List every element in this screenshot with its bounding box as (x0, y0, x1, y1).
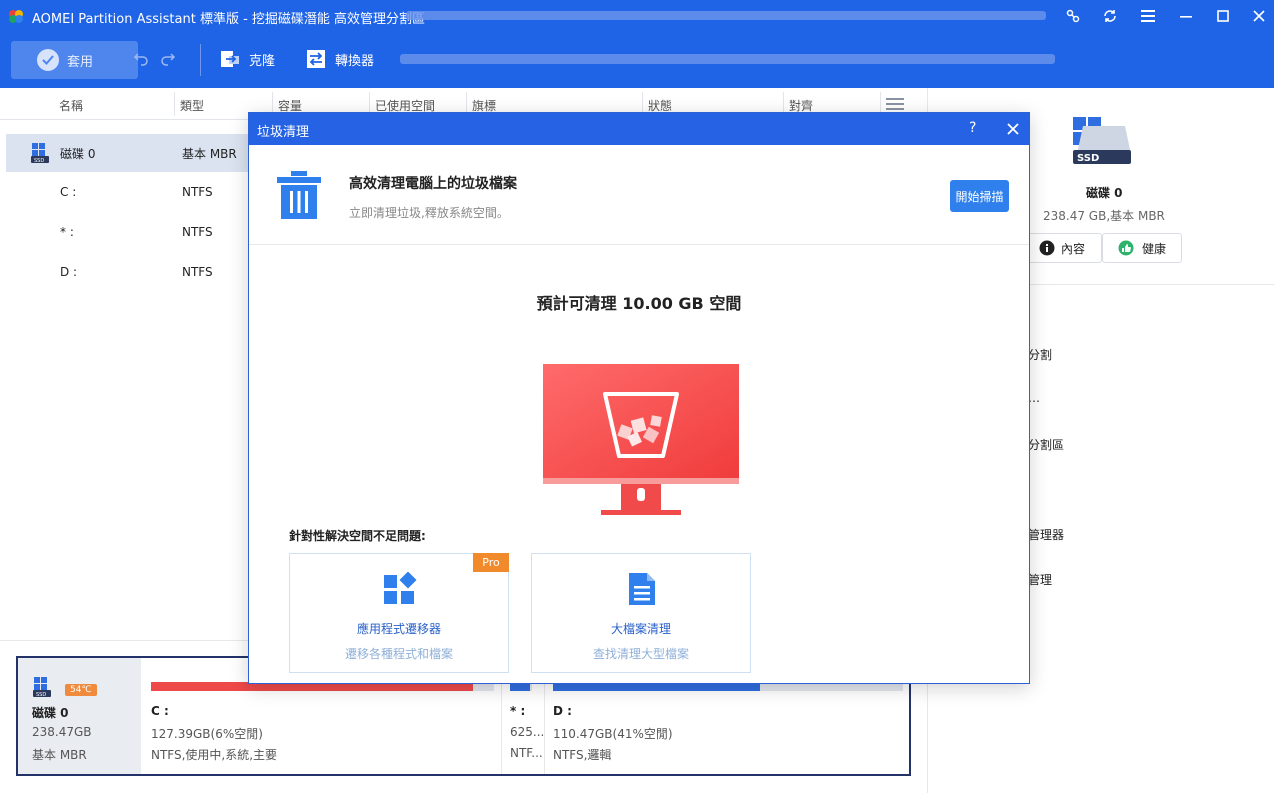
share-icon[interactable] (1062, 6, 1084, 26)
estimated-cleanable-space: 預計可清理 10.00 GB 空間 (536, 294, 742, 313)
apply-label: 套用 (67, 54, 94, 70)
disk-map-disk-info[interactable]: SSD 54℃ 磁碟 0 238.47GB 基本 MBR (18, 658, 141, 774)
ssd-disk-icon: SSD (33, 677, 51, 698)
partition-details: NTFS,使用中,系統,主要 (151, 748, 278, 762)
column-type[interactable]: 類型 (180, 97, 204, 114)
converter-button[interactable]: 轉換器 (305, 48, 374, 70)
partition-name: * : (60, 225, 74, 239)
partition-size: 127.39GB(6%空閒) (151, 727, 263, 741)
dialog-close-icon[interactable] (1005, 121, 1021, 137)
ssd-disk-icon: SSD (31, 143, 49, 164)
obscured-toolbar-items (400, 54, 1055, 64)
title-bar: AOMEI Partition Assistant 標準版 - 挖掘磁碟潛能 高… (0, 0, 1274, 32)
apps-icon (384, 572, 417, 604)
monitor-trash-illustration (543, 364, 739, 515)
clone-icon (221, 51, 239, 67)
converter-label: 轉換器 (335, 53, 375, 69)
health-button[interactable]: 健康 (1102, 233, 1182, 263)
close-icon[interactable] (1248, 6, 1270, 26)
dialog-subheading: 立即清理垃圾,釋放系統空間。 (349, 206, 509, 220)
clone-button[interactable]: 克隆 (219, 48, 275, 70)
properties-button[interactable]: 內容 (1022, 233, 1102, 263)
document-icon (629, 573, 655, 605)
section-label: 針對性解決空間不足問題: (289, 529, 426, 543)
obscured-title-text (406, 11, 1046, 20)
operation-item[interactable]: 分割 (1028, 346, 1052, 363)
clone-label: 克隆 (249, 53, 276, 69)
partition-row-star[interactable]: * : NTFS (6, 213, 250, 251)
svg-text:SSD: SSD (34, 158, 44, 164)
partition-details: NTFS,邏輯 (553, 748, 612, 762)
maximize-icon[interactable] (1212, 6, 1234, 26)
check-icon (37, 49, 59, 71)
svg-text:SSD: SSD (36, 692, 46, 698)
dialog-divider (249, 244, 1029, 245)
undo-icon[interactable] (133, 50, 149, 66)
help-button[interactable]: ? (969, 120, 976, 136)
toolbar: 套用 克隆 轉換器 (0, 32, 1274, 88)
disk-info: 238.47 GB,基本 MBR (1043, 209, 1165, 223)
card-subtitle: 查找清理大型檔案 (592, 647, 689, 661)
partition-label: C : (151, 704, 169, 718)
partition-row-c[interactable]: C : NTFS (6, 173, 250, 211)
start-scan-button[interactable]: 開始掃描 (950, 180, 1009, 212)
disk-name: 磁碟 0 (60, 146, 96, 161)
refresh-icon[interactable] (1099, 6, 1121, 26)
apply-button[interactable]: 套用 (11, 41, 138, 79)
card-subtitle: 遷移各種程式和檔案 (344, 647, 453, 661)
column-divider (174, 92, 175, 116)
operation-item[interactable]: 管理 (1028, 571, 1052, 588)
partition-type: NTFS (182, 265, 213, 279)
disk-type: 基本 MBR (32, 748, 87, 762)
redo-icon[interactable] (160, 50, 176, 66)
partition-size: 625... (510, 725, 544, 739)
toolbar-divider (200, 44, 201, 76)
column-settings-icon[interactable] (886, 98, 904, 110)
disk-name: 磁碟 0 (32, 706, 69, 720)
disk-row-disk-0[interactable]: SSD 磁碟 0 基本 MBR (6, 134, 250, 172)
card-title: 大檔案清理 (610, 622, 671, 636)
partition-label: D : (553, 704, 572, 718)
dialog-title-bar: 垃圾清理 ? (249, 113, 1029, 145)
column-name[interactable]: 名稱 (59, 97, 83, 114)
partition-size: 110.47GB(41%空閒) (553, 727, 673, 741)
pro-badge: Pro (473, 553, 509, 572)
card-title: 應用程式遷移器 (356, 622, 441, 636)
partition-type: NTFS (182, 225, 213, 239)
partition-label: * : (510, 704, 526, 718)
disk-size: 238.47GB (32, 725, 92, 739)
large-file-cleaner-card[interactable]: 大檔案清理 查找清理大型檔案 (531, 553, 751, 673)
menu-icon[interactable] (1137, 6, 1159, 26)
disk-name: 磁碟 0 (1086, 186, 1123, 200)
partition-row-d[interactable]: D : NTFS (6, 253, 250, 291)
partition-name: D : (60, 265, 78, 279)
trash-bin-icon (277, 171, 321, 219)
svg-text:SSD: SSD (1077, 153, 1099, 164)
dialog-title: 垃圾清理 (257, 125, 310, 140)
window-title: AOMEI Partition Assistant 標準版 - 挖掘磁碟潛能 高… (32, 12, 426, 27)
operation-item[interactable]: 管理器 (1028, 526, 1064, 543)
temperature-badge: 54℃ (65, 684, 97, 696)
operation-item[interactable]: 分割區 (1028, 436, 1064, 453)
partition-type: NTFS (182, 185, 213, 199)
thumbs-up-icon (1118, 240, 1134, 256)
ssd-disk-large-icon: SSD (1073, 117, 1131, 164)
properties-label: 內容 (1060, 241, 1085, 256)
junk-cleaner-dialog: 垃圾清理 ? 高效清理電腦上的垃圾檔案 立即清理垃圾,釋放系統空間。 開始掃描 … (248, 112, 1030, 684)
app-mover-card[interactable]: Pro 應用程式遷移器 遷移各種程式和檔案 (289, 553, 509, 673)
dialog-heading: 高效清理電腦上的垃圾檔案 (349, 176, 517, 192)
health-label: 健康 (1141, 241, 1166, 256)
minimize-icon[interactable] (1175, 6, 1197, 26)
partition-name: C : (60, 185, 77, 199)
disk-type: 基本 MBR (182, 146, 237, 161)
partition-details: NTF... (510, 746, 543, 760)
info-icon (1039, 240, 1055, 256)
convert-icon (307, 50, 325, 68)
app-logo-icon (9, 10, 23, 23)
